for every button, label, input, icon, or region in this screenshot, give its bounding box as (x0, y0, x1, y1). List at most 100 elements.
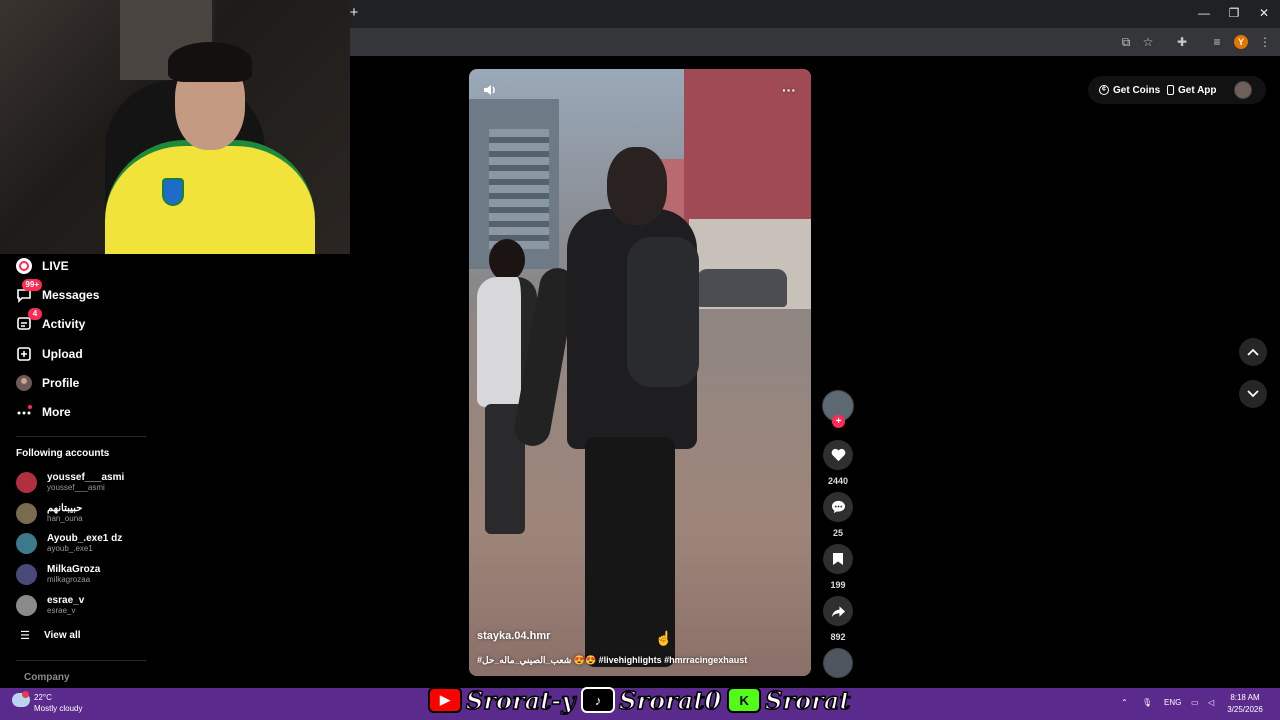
account-name: Ayoub_.exe1 dz (47, 533, 123, 544)
nav-upload[interactable]: Upload (14, 343, 83, 365)
account-name: MilkaGroza (47, 564, 101, 575)
account-avatar (16, 471, 37, 493)
video-person (511, 147, 699, 667)
next-video-button[interactable] (1239, 380, 1267, 408)
account-avatar (16, 532, 37, 554)
minimize-icon[interactable]: — (1196, 5, 1212, 21)
video-backpack (627, 237, 699, 387)
mouse-cursor-icon: ☝ (655, 630, 673, 646)
nav-activity[interactable]: 4 Activity (14, 308, 86, 335)
previous-video-button[interactable] (1239, 338, 1267, 366)
nav-messages-label: Messages (42, 288, 100, 302)
video-player[interactable] (469, 69, 811, 676)
following-title: Following accounts (16, 448, 110, 459)
following-account[interactable]: MilkaGroza milkagrozaa (16, 561, 100, 587)
following-account[interactable]: youssef___asmi youssef___asmi (16, 469, 124, 495)
nav-profile[interactable]: Profile (14, 372, 79, 394)
youtube-logo-icon: ▶ (428, 687, 462, 713)
user-avatar[interactable] (1234, 81, 1252, 99)
account-name: حبيبتانهم (47, 503, 83, 514)
volume-tray-icon[interactable]: ◁ (1208, 698, 1214, 707)
media-control-icon[interactable]: ≡ (1209, 34, 1225, 50)
get-app-button[interactable]: Get App (1167, 80, 1217, 100)
restore-icon[interactable]: ❐ (1226, 5, 1242, 21)
nav-live[interactable]: LIVE (14, 255, 69, 277)
account-handle: ayoub_.exe1 (47, 544, 93, 553)
like-count: 2440 (827, 476, 849, 486)
list-icon: ☰ (20, 629, 30, 642)
phone-icon (1167, 85, 1174, 95)
microphone-icon[interactable]: 🎙 (1142, 698, 1152, 707)
company-link[interactable]: Company (24, 672, 70, 683)
browser-profile-avatar[interactable]: Y (1234, 35, 1248, 49)
overlay-brand-tiktok: Srorat0 (618, 685, 722, 716)
video-person-head (489, 239, 525, 281)
tray-overflow-icon[interactable]: ⌃ (1121, 698, 1128, 707)
network-icon[interactable]: ▭ (1191, 698, 1199, 707)
overlay-brand-youtube: Srorat-y (465, 685, 576, 716)
comment-button[interactable] (823, 492, 853, 522)
extensions-icon[interactable]: ✚ (1174, 34, 1190, 50)
account-handle: han_ouna (47, 514, 83, 523)
account-name: youssef___asmi (47, 472, 125, 483)
stream-overlay-banner: ▶ Srorat-y ♪ Srorat0 K Srorat (428, 682, 878, 718)
video-person-head (607, 147, 667, 225)
get-app-label: Get App (1178, 84, 1217, 96)
nav-more[interactable]: More (14, 401, 71, 423)
sound-disc-avatar[interactable] (823, 648, 853, 678)
activity-badge: 4 (28, 308, 42, 320)
upload-icon (14, 344, 34, 364)
coin-icon: ¢ (1099, 85, 1109, 95)
install-app-icon[interactable]: ⧉ (1118, 34, 1134, 50)
nav-upload-label: Upload (42, 347, 83, 361)
account-handle: esrae_v (47, 606, 76, 615)
screen: + — ❐ ✕ ⧉ ☆ ✚ ≡ Y ⋮ LIVE 99+ Messages 4 … (0, 0, 1280, 720)
weather-condition: Mostly cloudy (34, 704, 83, 713)
messages-icon: 99+ (14, 279, 42, 305)
comment-count: 25 (832, 528, 843, 538)
volume-icon[interactable] (482, 82, 498, 103)
get-coins-button[interactable]: ¢ Get Coins (1099, 80, 1160, 100)
account-avatar (16, 563, 37, 585)
following-account[interactable]: esrae_v esrae_v (16, 592, 84, 618)
close-icon[interactable]: ✕ (1256, 5, 1272, 21)
activity-icon: 4 (14, 308, 42, 334)
account-avatar (16, 594, 37, 616)
view-all-button[interactable]: ☰ View all (18, 624, 81, 646)
share-count: 892 (830, 632, 846, 642)
sidebar-divider (16, 436, 146, 437)
share-button[interactable] (823, 596, 853, 626)
bookmark-star-icon[interactable]: ☆ (1140, 34, 1156, 50)
video-car (697, 269, 787, 307)
webcam-hair (168, 42, 252, 82)
account-handle: milkagrozaa (47, 575, 91, 584)
nav-messages[interactable]: 99+ Messages (14, 279, 100, 306)
tiktok-logo-icon: ♪ (581, 687, 616, 713)
account-name: esrae_v (47, 595, 85, 606)
nav-activity-label: Activity (42, 317, 86, 331)
following-account[interactable]: حبيبتانهم han_ouna (16, 500, 83, 526)
follow-plus-icon[interactable]: + (832, 415, 845, 428)
following-account[interactable]: Ayoub_.exe1 dz ayoub_.exe1 (16, 530, 122, 556)
profile-avatar-icon (14, 373, 34, 393)
weather-temperature: 22°C (34, 693, 52, 702)
live-icon (14, 256, 34, 276)
video-username[interactable]: stayka.04.hmr (477, 630, 550, 642)
save-count: 199 (830, 580, 846, 590)
browser-menu-icon[interactable]: ⋮ (1257, 34, 1273, 50)
input-language[interactable]: ENG (1164, 698, 1181, 707)
webcam-crest (162, 178, 184, 206)
taskbar-date[interactable]: 3/25/2026 (1225, 705, 1265, 714)
like-button[interactable] (823, 440, 853, 470)
save-button[interactable] (823, 544, 853, 574)
more-options-icon[interactable]: ··· (782, 82, 796, 98)
view-all-label: View all (44, 629, 81, 641)
taskbar-time[interactable]: 8:18 AM (1225, 693, 1265, 702)
video-caption: #شعب_الصيني_ماله_حل 😍😍 #livehighlights #… (477, 655, 748, 665)
sidebar-divider (16, 660, 146, 661)
nav-live-label: LIVE (42, 259, 69, 273)
messages-badge: 99+ (22, 279, 42, 291)
webcam-overlay (0, 0, 350, 254)
nav-profile-label: Profile (42, 376, 80, 390)
get-coins-label: Get Coins (1113, 84, 1161, 96)
